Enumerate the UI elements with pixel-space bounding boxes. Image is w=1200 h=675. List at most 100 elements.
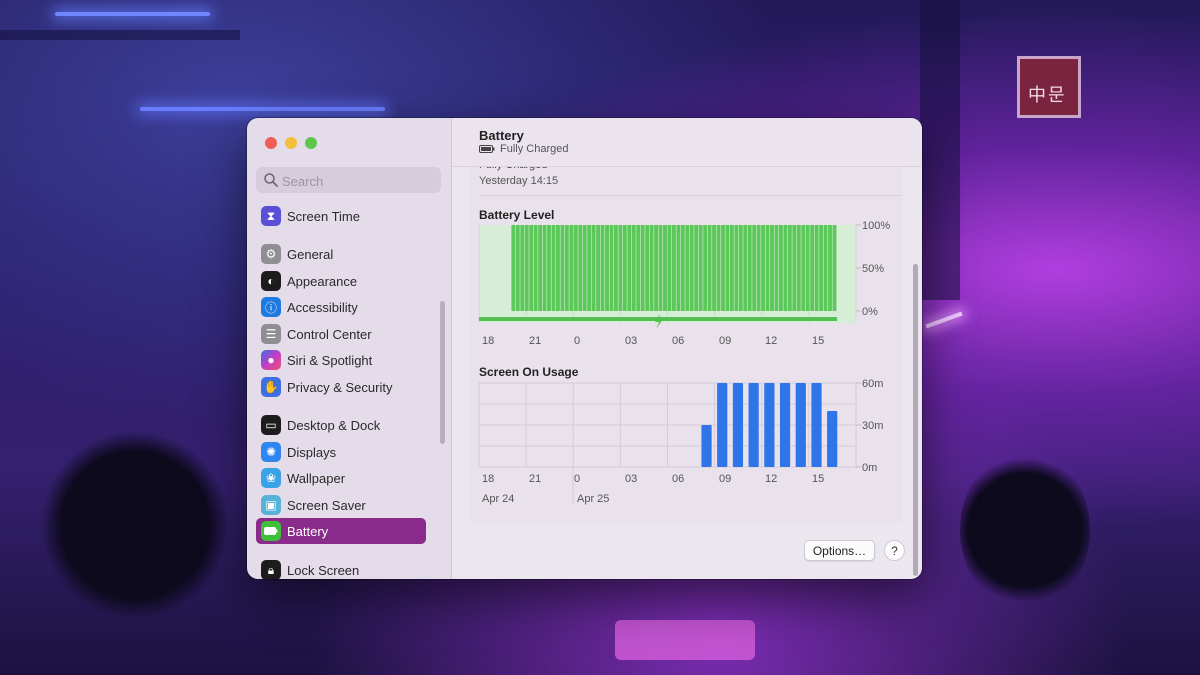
battery-level-bar: [640, 225, 645, 311]
battery-status-icon: [479, 145, 495, 153]
sidebar-item-siri-spotlight[interactable]: ● Siri & Spotlight: [256, 347, 426, 373]
sidebar-item-control-center[interactable]: ☰ Control Center: [256, 321, 426, 347]
battery-level-bar: [721, 225, 725, 311]
options-button[interactable]: Options…: [804, 540, 875, 561]
battery-level-bar: [828, 225, 832, 311]
sidebar: ⧗ Screen Time ⚙ General ◐ Appearance ⓘ A…: [247, 118, 452, 579]
sidebar-item-wallpaper[interactable]: ❀ Wallpaper: [256, 465, 426, 491]
date-label: Apr 25: [577, 493, 609, 505]
help-button[interactable]: ?: [884, 540, 905, 561]
battery-level-bar: [770, 225, 774, 311]
minimize-button[interactable]: [285, 137, 297, 149]
battery-level-bar: [698, 225, 703, 311]
battery-level-bar: [738, 225, 743, 311]
battery-level-bar: [685, 225, 690, 311]
x-tick-label: 15: [812, 335, 824, 347]
x-tick-label: 21: [529, 335, 541, 347]
last-charged-time: Yesterday 14:15: [479, 175, 559, 187]
usage-bar: [701, 425, 712, 467]
wallpaper-neon-light: [140, 107, 385, 111]
y-tick-label: 0%: [862, 306, 878, 318]
sidebar-item-displays[interactable]: ✺ Displays: [256, 439, 426, 465]
sidebar-item-lock-screen[interactable]: 🔒︎ Lock Screen: [256, 557, 426, 579]
battery-level-bar: [703, 225, 708, 311]
screen-on-chart: 60m 30m 0m 18 21 0 03 06 09 12 15 Apr 24 Apr 25: [478, 378, 909, 516]
sidebar-item-label: Desktop & Dock: [287, 417, 381, 433]
screen-saver-icon: ▣: [261, 495, 281, 515]
main-scrollbar[interactable]: [913, 264, 918, 576]
battery-level-bar: [560, 225, 565, 311]
x-tick-label: 06: [672, 473, 684, 485]
usage-bar: [764, 383, 775, 467]
battery-level-bar: [694, 225, 699, 311]
battery-level-bar: [752, 225, 757, 311]
y-tick-label: 100%: [862, 220, 890, 232]
sidebar-item-general[interactable]: ⚙ General: [256, 241, 426, 267]
battery-level-bar: [787, 225, 792, 311]
battery-level-bar: [756, 225, 761, 311]
x-tick-label: 06: [672, 335, 684, 347]
sidebar-item-label: Siri & Spotlight: [287, 352, 373, 368]
sidebar-item-battery[interactable]: Battery: [256, 518, 426, 544]
battery-level-bar: [547, 225, 551, 311]
zoom-button[interactable]: [305, 137, 317, 149]
battery-level-bar: [707, 225, 712, 311]
sidebar-item-accessibility[interactable]: ⓘ Accessibility: [256, 294, 426, 320]
battery-level-bar: [636, 225, 641, 311]
x-tick-label: 18: [482, 473, 494, 485]
usage-bar: [717, 383, 728, 467]
battery-level-bar: [712, 225, 716, 311]
sidebar-item-screen-saver[interactable]: ▣ Screen Saver: [256, 492, 426, 518]
sidebar-item-desktop-dock[interactable]: ▭ Desktop & Dock: [256, 412, 426, 438]
y-tick-label: 60m: [862, 378, 883, 390]
lock-icon: 🔒︎: [261, 560, 281, 579]
x-tick-label: 0: [574, 335, 580, 347]
battery-level-bar: [649, 225, 654, 311]
usage-bar: [732, 383, 744, 467]
sidebar-item-label: Accessibility: [287, 299, 358, 315]
siri-icon: ●: [261, 350, 281, 370]
battery-status-text: Fully Charged: [500, 143, 569, 155]
battery-level-bar: [582, 225, 587, 311]
sidebar-scrollbar[interactable]: [440, 301, 445, 444]
battery-level-bar: [819, 225, 824, 311]
battery-level-bar: [618, 225, 623, 311]
x-tick-label: 09: [719, 335, 731, 347]
y-tick-label: 30m: [862, 420, 883, 432]
x-tick-label: 15: [812, 473, 824, 485]
usage-bar: [748, 383, 759, 467]
battery-level-bar: [747, 225, 752, 311]
battery-level-bar: [761, 225, 766, 311]
battery-level-bar: [529, 225, 534, 311]
section-divider: [479, 195, 900, 196]
date-label: Apr 24: [482, 493, 514, 505]
gear-icon: ⚙: [261, 244, 281, 264]
close-button[interactable]: [265, 137, 277, 149]
y-tick-label: 0m: [862, 462, 877, 474]
battery-level-bar: [832, 225, 837, 311]
battery-level-bar: [671, 225, 676, 311]
settings-window: ⧗ Screen Time ⚙ General ◐ Appearance ⓘ A…: [247, 118, 922, 579]
search-field[interactable]: [256, 167, 441, 195]
battery-level-bar: [805, 225, 810, 311]
wallpaper-icon: ❀: [261, 468, 281, 488]
usage-bar: [779, 383, 791, 467]
sidebar-item-label: Lock Screen: [287, 562, 360, 578]
battery-level-bar: [524, 225, 529, 311]
sidebar-item-label: Battery: [287, 523, 329, 539]
sidebar-item-screen-time[interactable]: ⧗ Screen Time: [256, 203, 426, 229]
wallpaper-light-box: [615, 620, 755, 660]
sun-icon: ✺: [261, 442, 281, 462]
battery-level-bar: [814, 225, 819, 311]
battery-level-bar: [578, 225, 583, 311]
wallpaper-neon-light: [925, 311, 963, 329]
search-input[interactable]: [280, 167, 434, 195]
sidebar-item-appearance[interactable]: ◐ Appearance: [256, 268, 426, 294]
title-bar: Battery Fully Charged: [452, 118, 922, 167]
sidebar-item-label: General: [287, 246, 334, 262]
battery-level-bar: [734, 225, 739, 311]
wallpaper-beam: [0, 30, 240, 40]
sidebar-item-privacy-security[interactable]: ✋ Privacy & Security: [256, 374, 426, 400]
battery-level-bar: [613, 225, 618, 311]
battery-level-bar: [792, 225, 797, 311]
